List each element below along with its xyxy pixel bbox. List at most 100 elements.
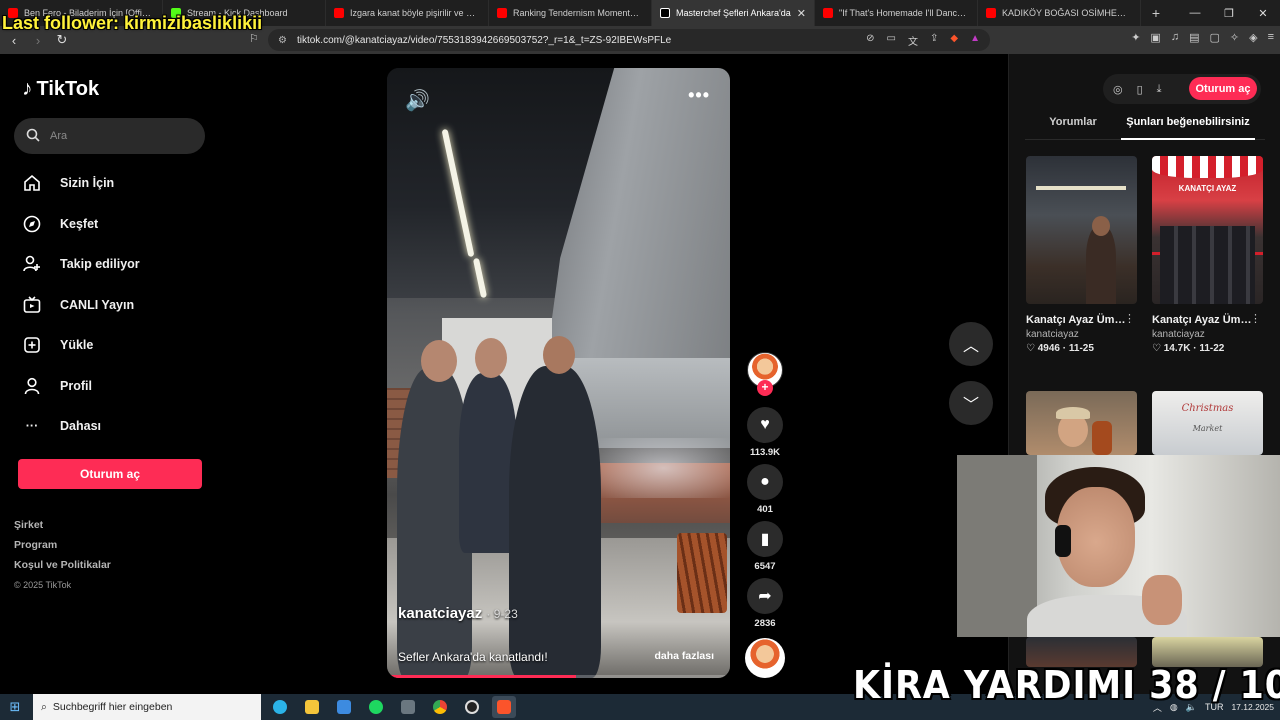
taskbar-search-input[interactable]: ⌕ Suchbegriff hier eingeben	[33, 694, 261, 720]
see-more-button[interactable]: daha fazlası	[654, 650, 714, 662]
brave-dot	[497, 700, 511, 714]
more-options-icon[interactable]: •••	[688, 85, 710, 106]
footer-link-terms[interactable]: Koşul ve Politikalar	[14, 557, 111, 577]
reload-icon[interactable]: ↻	[52, 32, 72, 48]
tab-title: Masterchef Şefleri Ankara'da	[676, 8, 791, 18]
next-video-button[interactable]: ﹀	[949, 381, 993, 425]
sidebar-item-explore[interactable]: Keşfet	[22, 204, 212, 245]
wallet-icon[interactable]: ▢	[1209, 31, 1219, 44]
cast-icon[interactable]: ▭	[887, 33, 896, 48]
minimize-icon[interactable]: —	[1178, 0, 1212, 26]
music-disc-avatar[interactable]	[745, 638, 785, 678]
translate-icon[interactable]: 文	[908, 33, 918, 48]
search-input[interactable]: Ara	[14, 118, 205, 154]
like-button[interactable]: ♥ 113.9K	[746, 407, 784, 458]
calculator-icon[interactable]	[396, 696, 420, 718]
browser-tab[interactable]: "If That's Homemade I'll Dance Arou	[815, 0, 978, 26]
address-bar[interactable]: ⚙ tiktok.com/@kanatciayaz/video/75531839…	[268, 29, 990, 51]
forward-icon[interactable]: ›	[28, 33, 48, 48]
webcam-overlay	[957, 455, 1280, 637]
close-icon[interactable]: ✕	[797, 7, 806, 20]
no-track-icon[interactable]: ⊘	[866, 33, 874, 48]
sidebar-item-upload[interactable]: Yükle	[22, 325, 212, 366]
restore-icon[interactable]: ❐	[1212, 0, 1246, 26]
tab-comments[interactable]: Yorumlar	[1025, 116, 1121, 139]
leo-icon[interactable]: ✧	[1230, 31, 1239, 44]
browser-tab[interactable]: Ranking Tendernism Moments 🔥 - Y	[489, 0, 652, 26]
comment-button[interactable]: ● 401	[746, 464, 784, 515]
tiktok-note-icon: ♪	[22, 77, 33, 100]
tab-you-may-like[interactable]: Şunları beğenebilirsiniz	[1121, 116, 1255, 140]
previous-video-button[interactable]: ︿	[949, 322, 993, 366]
live-tv-icon	[22, 295, 42, 315]
recommended-video-card[interactable]: Christmas Market	[1152, 391, 1263, 455]
compass-small-icon[interactable]: ◎	[1113, 83, 1123, 96]
browser-tab[interactable]: Izgara kanat böyle pişirilir ve böyle y	[326, 0, 489, 26]
sidebar-item-for-you[interactable]: Sizin İçin	[22, 163, 212, 204]
brave-rewards-icon[interactable]: ▲	[970, 33, 980, 48]
edge-icon[interactable]	[268, 696, 292, 718]
video-player[interactable]: 🔊 ••• kanatciayaz · 9-23 Sefler Ankara'd…	[387, 68, 730, 678]
media-icon[interactable]: ♫	[1171, 31, 1179, 44]
sidebar-icon[interactable]: ▤	[1189, 31, 1199, 44]
card-menu-icon[interactable]: ⋮	[1250, 312, 1261, 325]
headphones	[1055, 525, 1071, 557]
save-button[interactable]: ▮ 6547	[746, 521, 784, 572]
card-menu-icon[interactable]: ⋮	[1124, 312, 1135, 325]
comment-count: 401	[757, 504, 773, 515]
tiktok-logo[interactable]: ♪ TikTok	[22, 77, 99, 101]
recommended-video-card[interactable]	[1026, 391, 1137, 455]
recommended-video-card[interactable]: Kanatçı Ayaz Ümraniye Şubesi... ⋮ kanatc…	[1026, 156, 1137, 354]
download-icon[interactable]: ⤓	[1157, 83, 1162, 96]
right-login-button[interactable]: Oturum aç	[1189, 77, 1257, 100]
store-icon[interactable]	[332, 696, 356, 718]
footer-link-company[interactable]: Şirket	[14, 517, 111, 537]
recommended-video-card[interactable]: KANATÇI AYAZ Kanatçı Ayaz Ümraniye Şubem…	[1152, 156, 1263, 354]
chevron-down-icon: ﹀	[962, 397, 979, 414]
tab-title: Ranking Tendernism Moments 🔥 - Y	[513, 7, 643, 18]
share-icon[interactable]: ⇪	[930, 33, 938, 48]
windows-start-icon[interactable]: ⊞	[0, 699, 30, 715]
sidebar-item-live[interactable]: CANLI Yayın	[22, 285, 212, 326]
card-likes: 14.7K	[1163, 343, 1191, 354]
video-frame-smoke	[597, 438, 730, 498]
obs-icon[interactable]	[460, 696, 484, 718]
footer-link-program[interactable]: Program	[14, 537, 111, 557]
share-button[interactable]: ➦ 2836	[746, 578, 784, 629]
follow-plus-icon[interactable]: +	[757, 380, 773, 396]
like-count: 113.9K	[749, 447, 781, 458]
file-explorer-icon[interactable]	[300, 696, 324, 718]
video-author[interactable]: kanatciayaz · 9-23	[398, 605, 518, 622]
mobile-icon[interactable]: ▯	[1137, 83, 1143, 96]
vpn-icon[interactable]: ◈	[1249, 31, 1257, 44]
new-tab-button[interactable]: +	[1141, 0, 1171, 26]
video-progress[interactable]	[387, 675, 730, 678]
screenshot-icon[interactable]: ▣	[1150, 31, 1160, 44]
thumbnail-market: Market	[1192, 424, 1223, 433]
menu-icon[interactable]: ≡	[1268, 31, 1274, 44]
brave-icon[interactable]	[492, 696, 516, 718]
volume-icon[interactable]: 🔊	[405, 88, 430, 113]
sidebar-item-label: Profil	[60, 378, 92, 393]
login-button[interactable]: Oturum aç	[18, 459, 202, 489]
brave-shield-icon[interactable]: ◆	[950, 33, 958, 48]
bookmark-icon[interactable]: ⚐	[249, 32, 259, 45]
sidebar-item-following[interactable]: Takip ediliyor	[22, 244, 212, 285]
site-settings-icon[interactable]: ⚙	[278, 35, 287, 46]
sidebar-item-more[interactable]: ··· Dahası	[22, 406, 212, 447]
browser-tab[interactable]: KADIKÖY BOĞASI OSİMHEN VE SAN	[978, 0, 1141, 26]
search-placeholder: Ara	[50, 130, 68, 142]
logo-text: TikTok	[36, 77, 100, 100]
browser-tab-active[interactable]: Masterchef Şefleri Ankara'da ✕	[652, 0, 815, 26]
heart-icon: ♥	[747, 407, 783, 443]
spotify-icon[interactable]	[364, 696, 388, 718]
extensions-icon[interactable]: ✦	[1131, 31, 1140, 44]
chrome-icon[interactable]	[428, 696, 452, 718]
tab-title: Izgara kanat böyle pişirilir ve böyle y	[350, 8, 480, 18]
sidebar-item-profile[interactable]: Profil	[22, 366, 212, 407]
thumbnail-person	[1086, 226, 1116, 304]
back-icon[interactable]: ‹	[4, 33, 24, 48]
search-icon: ⌕	[41, 700, 47, 713]
close-window-icon[interactable]: ✕	[1246, 0, 1280, 26]
sidebar-footer: Şirket Program Koşul ve Politikalar © 20…	[14, 517, 111, 597]
